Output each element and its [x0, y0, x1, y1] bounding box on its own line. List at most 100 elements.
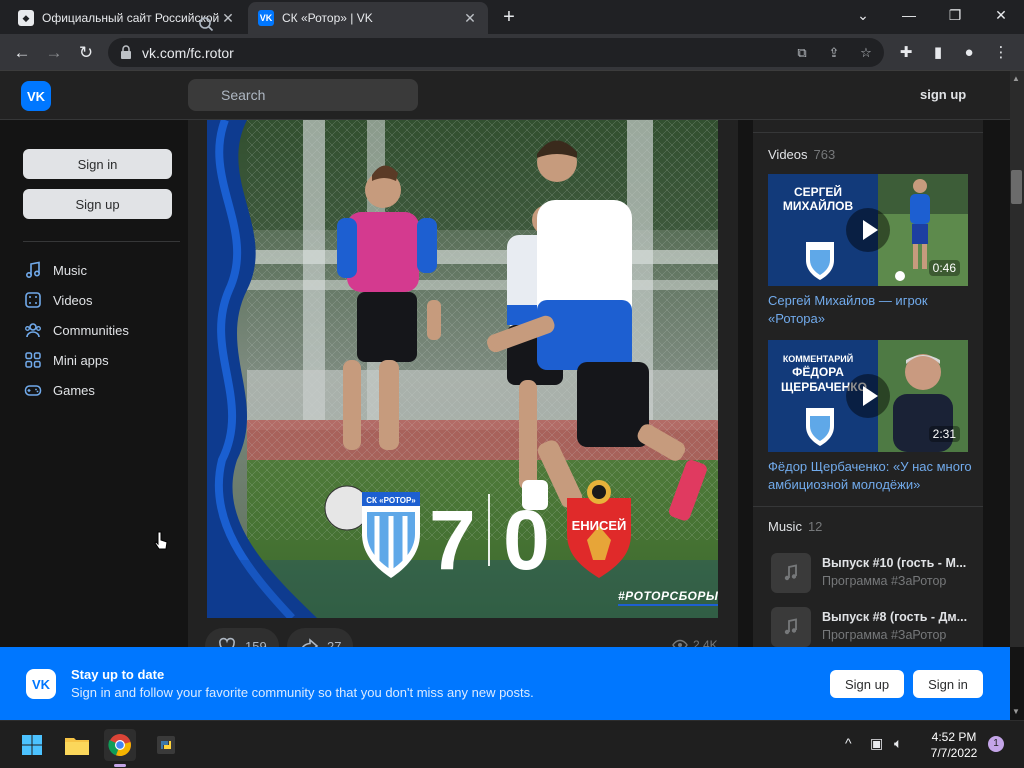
thumb-text: ФЁДОРА [792, 364, 844, 379]
sidebar-item-music[interactable]: Music [24, 258, 87, 282]
search-icon [199, 17, 214, 32]
home-score: 7 [429, 493, 476, 587]
page-scrollbar[interactable] [1010, 71, 1024, 647]
close-tab-icon[interactable]: ✕ [462, 10, 478, 27]
play-icon[interactable] [846, 374, 890, 418]
banner-sign-up-button[interactable]: Sign up [830, 670, 904, 698]
video-title-1[interactable]: Сергей Михайлов — игрок «Ротора» [768, 292, 976, 328]
chrome-icon[interactable] [104, 729, 136, 761]
scrollbar-thumb[interactable] [1011, 170, 1022, 204]
play-icon[interactable] [846, 208, 890, 252]
video-duration: 0:46 [928, 260, 960, 276]
share-icon[interactable]: ⇪ [824, 43, 844, 63]
away-team-label: ЕНИСЕЙ [572, 518, 627, 533]
stay-up-to-date-banner: VK Stay up to date Sign in and follow yo… [0, 647, 1010, 720]
music-track[interactable]: Выпуск #8 (гость - Дм... Программа #ЗаРо… [771, 607, 971, 649]
track-title: Выпуск #8 (гость - Дм... [822, 610, 968, 624]
url-text[interactable]: vk.com/fc.rotor [142, 45, 234, 61]
network-icon[interactable]: ▣ [870, 735, 883, 752]
sidebar-item-label: Communities [53, 322, 129, 338]
search-input[interactable] [188, 79, 418, 111]
menu-kebab-icon[interactable]: ⋮ [990, 42, 1012, 64]
thumb-text: КОММЕНТАРИЙ [783, 353, 853, 364]
sidebar-item-videos[interactable]: Videos [24, 288, 93, 312]
video-title-2[interactable]: Фёдор Щербаченко: «У нас много амбициозн… [768, 458, 976, 494]
minimize-button[interactable]: — [886, 0, 932, 30]
back-icon[interactable]: ← [9, 40, 35, 66]
music-divider [753, 506, 983, 507]
python-icon[interactable] [150, 729, 182, 761]
sidebar-item-label: Music [53, 262, 87, 278]
post-image[interactable]: СК «РОТОР» ЕНИСЕЙ 7 0 #РОТОРСБОРЫ [207, 120, 718, 618]
video-icon [25, 292, 41, 308]
scroll-down-icon[interactable]: ▼ [1012, 707, 1020, 716]
music-track[interactable]: Выпуск #10 (гость - М... Программа #ЗаРо… [771, 553, 971, 595]
close-tab-icon[interactable]: ✕ [220, 10, 236, 27]
extensions-icon[interactable]: ✚ [895, 42, 917, 64]
sidebar-item-label: Games [53, 382, 95, 398]
tab-search-button[interactable]: ⌄ [840, 0, 886, 30]
right-column-divider [753, 132, 983, 133]
music-header[interactable]: Music 12 [768, 519, 822, 534]
sign-up-button[interactable]: Sign up [23, 189, 172, 219]
restore-button[interactable]: ❐ [932, 0, 978, 30]
browser-tab-strip: ◆ Официальный сайт Российской ✕ VK СК «Р… [0, 0, 1024, 34]
video-thumbnail-1[interactable]: СЕРГЕЙ МИХАЙЛОВ 0:46 [768, 174, 968, 286]
vk-logo-icon: VK [26, 669, 56, 699]
browser-toolbar: ← → ↻ vk.com/fc.rotor ⧉ ⇪ ☆ ✚ ▮ ● ⋮ [0, 34, 1024, 71]
tray-chevron-icon[interactable]: ^ [845, 735, 852, 751]
translate-icon[interactable]: ⧉ [792, 43, 812, 63]
track-artist: Программа #ЗаРотор [822, 574, 947, 588]
close-window-button[interactable]: ✕ [978, 0, 1024, 30]
vk-logo-icon[interactable]: VK [21, 81, 51, 111]
away-score: 0 [503, 493, 550, 587]
music-count: 12 [807, 519, 823, 534]
music-note-icon[interactable] [771, 553, 811, 593]
track-title: Выпуск #10 (гость - М... [822, 556, 967, 570]
notification-badge[interactable]: 1 [988, 736, 1004, 752]
sidebar-item-label: Videos [53, 292, 93, 308]
music-note-icon[interactable] [771, 607, 811, 647]
windows-taskbar: ^ ▣ 🔈︎ 4:52 PM 7/7/2022 1 [0, 720, 1024, 768]
reload-icon[interactable]: ↻ [73, 40, 99, 66]
file-explorer-icon[interactable] [61, 729, 93, 761]
windows-start-icon[interactable] [16, 729, 48, 761]
post-hashtag: #РОТОРСБОРЫ [618, 589, 718, 603]
sign-in-button[interactable]: Sign in [23, 149, 172, 179]
new-tab-button[interactable]: + [498, 6, 520, 28]
header-sign-up-link[interactable]: sign up [920, 87, 966, 102]
sidebar-item-games[interactable]: Games [24, 378, 95, 402]
side-panel-icon[interactable]: ▮ [927, 42, 949, 64]
taskbar-clock[interactable]: 4:52 PM 7/7/2022 [924, 729, 984, 761]
volume-icon[interactable]: 🔈︎ [894, 735, 902, 752]
tab-vk-rotor[interactable]: VK СК «Ротор» | VK ✕ [248, 2, 488, 34]
profile-icon[interactable]: ● [958, 42, 980, 64]
home-team-label: СК «РОТОР» [366, 496, 416, 505]
videos-header[interactable]: Videos 763 [768, 147, 835, 162]
bookmark-star-icon[interactable]: ☆ [856, 43, 876, 63]
tab-title: Официальный сайт Российской [42, 11, 220, 25]
scroll-up-icon[interactable]: ▲ [1012, 74, 1020, 83]
communities-icon [25, 323, 41, 338]
mouse-cursor-icon [154, 531, 168, 550]
sidebar-item-communities[interactable]: Communities [24, 318, 129, 342]
lock-icon[interactable] [120, 45, 132, 59]
gamepad-icon [24, 385, 42, 396]
thumb-text: СЕРГЕЙ [794, 184, 842, 199]
track-artist: Программа #ЗаРотор [822, 628, 947, 642]
sidebar-item-mini-apps[interactable]: Mini apps [24, 348, 109, 372]
clock-date: 7/7/2022 [930, 746, 978, 760]
forward-icon[interactable]: → [41, 40, 67, 66]
banner-sign-in-button[interactable]: Sign in [913, 670, 983, 698]
rotor-shield-icon: ◆ [18, 10, 34, 26]
videos-count: 763 [813, 147, 836, 162]
videos-label: Videos [768, 147, 808, 162]
address-bar[interactable]: vk.com/fc.rotor ⧉ ⇪ ☆ [108, 38, 884, 67]
banner-text: Sign in and follow your favorite communi… [71, 685, 534, 700]
vk-header: VK sign up [0, 71, 1010, 120]
video-thumbnail-2[interactable]: КОММЕНТАРИЙ ФЁДОРА ЩЕРБАЧЕНКО 2:31 [768, 340, 968, 452]
banner-title: Stay up to date [71, 667, 165, 682]
mini-apps-icon [25, 352, 41, 368]
clock-time: 4:52 PM [931, 730, 977, 744]
sidebar-divider [23, 241, 180, 242]
